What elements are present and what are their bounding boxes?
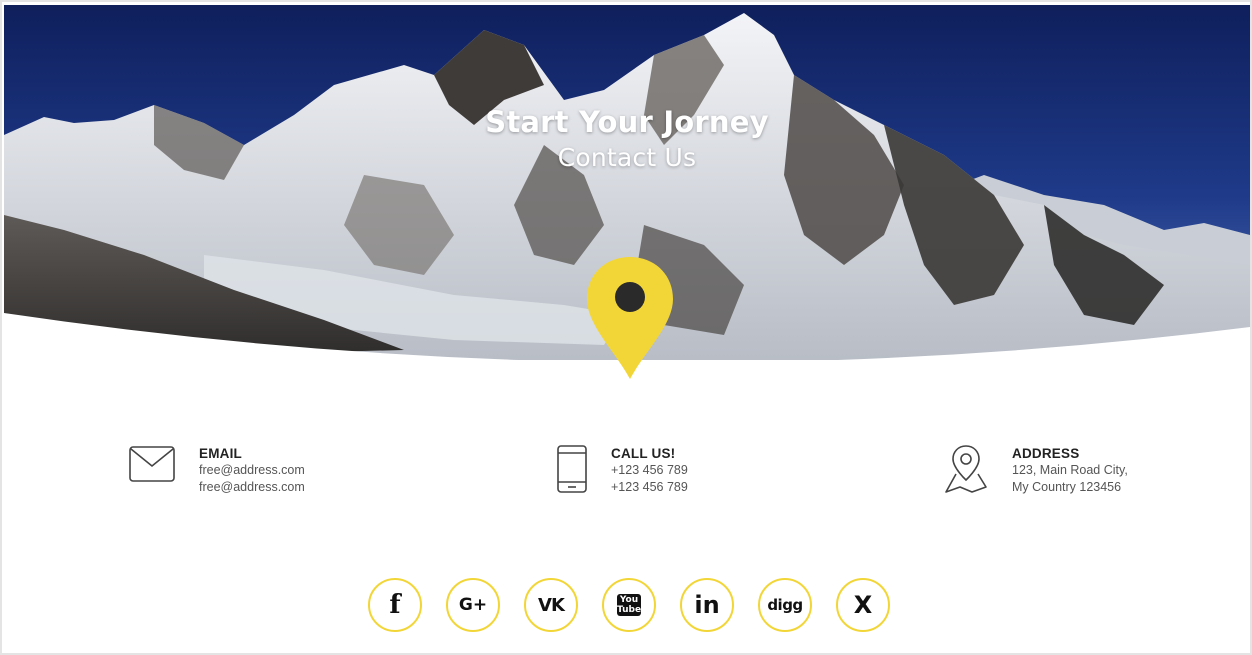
digg-icon: digg <box>767 596 803 614</box>
contact-email-line-2[interactable]: free@address.com <box>199 479 305 495</box>
x-button[interactable]: X <box>836 578 890 632</box>
youtube-icon: You Tube <box>617 594 642 616</box>
vk-button[interactable]: VK <box>524 578 578 632</box>
contact-email-label: EMAIL <box>199 446 242 461</box>
contact-address-label: ADDRESS <box>1012 446 1080 461</box>
map-pin-icon <box>945 445 987 493</box>
contact-call-line-2[interactable]: +123 456 789 <box>611 479 688 495</box>
contact-address-line-2: My Country 123456 <box>1012 480 1122 494</box>
google-plus-button[interactable]: G+ <box>446 578 500 632</box>
linkedin-button[interactable]: in <box>680 578 734 632</box>
contact-email-line-1[interactable]: free@address.com <box>199 462 305 478</box>
google-plus-icon: G+ <box>458 595 488 615</box>
location-pin-icon <box>587 257 673 379</box>
smartphone-icon <box>557 445 587 493</box>
facebook-icon: f <box>389 590 401 620</box>
hero-title: Start Your Jorney <box>485 105 769 139</box>
contact-call-line-1[interactable]: +123 456 789 <box>611 462 688 478</box>
contact-address-line-1: 123, Main Road City, <box>1012 463 1128 477</box>
facebook-button[interactable]: f <box>368 578 422 632</box>
envelope-icon <box>129 446 175 482</box>
vk-icon: VK <box>538 594 565 616</box>
contact-page: Start Your Jorney Contact Us EMAIL free@… <box>0 0 1252 655</box>
youtube-button[interactable]: You Tube <box>602 578 656 632</box>
digg-button[interactable]: digg <box>758 578 812 632</box>
linkedin-icon: in <box>694 591 720 619</box>
hero-subtitle: Contact Us <box>557 143 697 172</box>
x-icon: X <box>853 591 873 619</box>
contact-call-label: CALL US! <box>611 446 676 461</box>
